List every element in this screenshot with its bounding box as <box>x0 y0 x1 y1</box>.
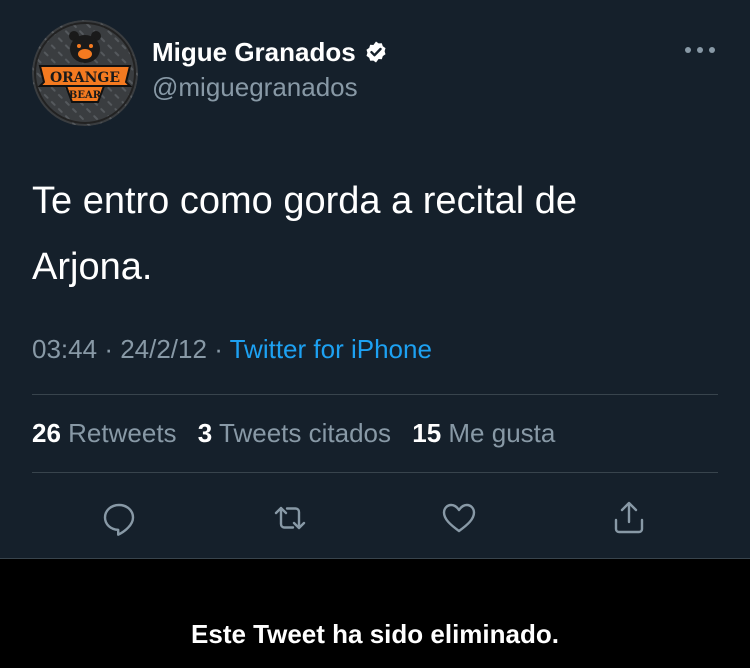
more-options-icon[interactable] <box>680 36 720 64</box>
likes-count[interactable]: 15 Me gusta <box>412 418 555 448</box>
deleted-tweet-message: Este Tweet ha sido eliminado. <box>191 619 559 649</box>
tweet-source-link[interactable]: Twitter for iPhone <box>230 334 432 364</box>
verified-badge-icon <box>364 40 388 64</box>
reply-icon[interactable] <box>97 496 141 540</box>
tweet-date: 24/2/12 <box>120 334 207 364</box>
tweet-time: 03:44 <box>32 334 98 364</box>
author-display-name[interactable]: Migue Granados <box>152 37 356 68</box>
author-handle[interactable]: @miguegranados <box>152 72 358 103</box>
share-icon[interactable] <box>607 496 651 540</box>
action-bar <box>0 496 750 540</box>
tweet-text: Te entro como gorda a recital de Arjona. <box>32 180 577 288</box>
retweets-count[interactable]: 26 Retweets <box>32 418 177 448</box>
divider <box>32 472 718 473</box>
like-icon[interactable] <box>437 496 481 540</box>
tweet-meta: 03:44 · 24/2/12 · Twitter for iPhone <box>32 334 432 365</box>
quote-tweets-count[interactable]: 3 Tweets citados <box>198 418 391 448</box>
author-name-row[interactable]: Migue Granados <box>152 34 388 70</box>
avatar-logo-line1: ORANGE <box>50 70 120 86</box>
meta-separator: · <box>104 334 121 364</box>
tweet-stats: 26 Retweets 3 Tweets citados 15 Me gusta <box>32 418 569 449</box>
meta-separator: · <box>214 334 230 364</box>
deleted-tweet-banner: Este Tweet ha sido eliminado. <box>0 559 750 668</box>
divider <box>32 394 718 395</box>
retweet-icon[interactable] <box>268 496 312 540</box>
tweet-detail: ORANGE BEAR Migue Granados @miguegranado… <box>0 0 750 668</box>
avatar[interactable]: ORANGE BEAR <box>32 20 138 126</box>
avatar-logo-line2: BEAR <box>69 90 102 101</box>
